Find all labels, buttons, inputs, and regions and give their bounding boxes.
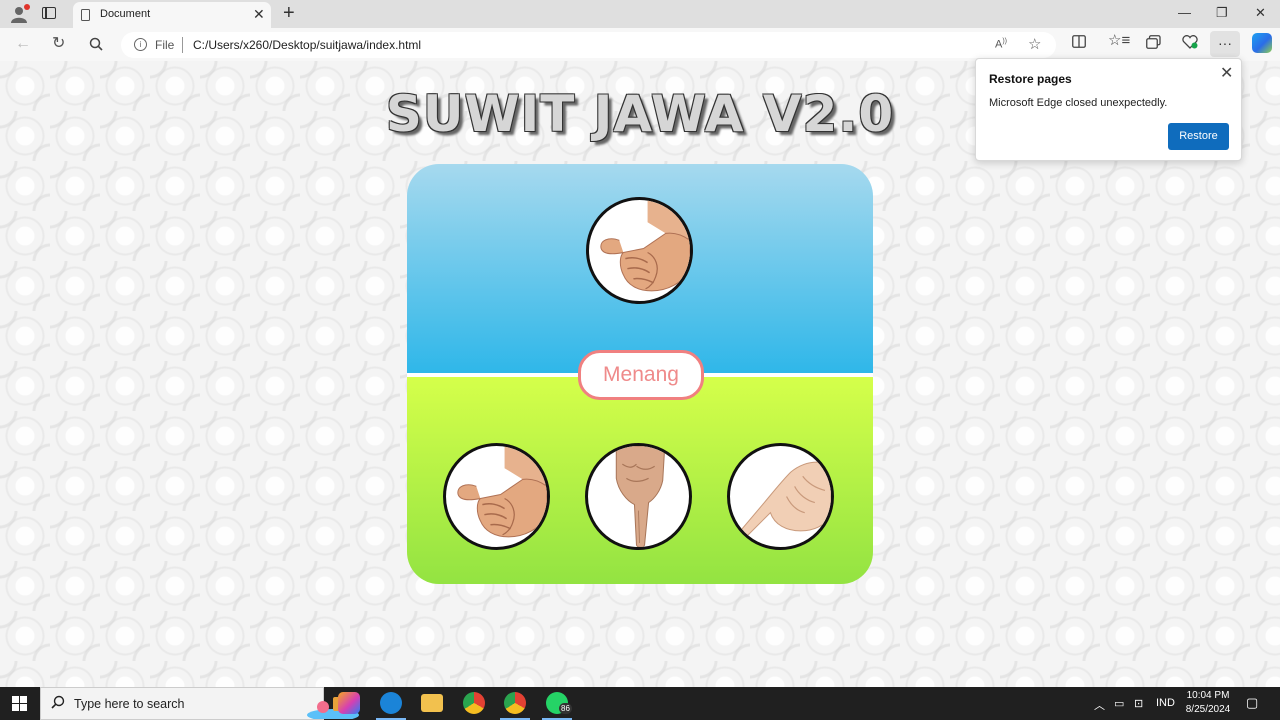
favorites-icon[interactable]: ☆≡ (1108, 33, 1130, 49)
collections-icon[interactable] (1146, 35, 1161, 52)
address-separator (182, 37, 183, 53)
tab-strip: Document ✕ + — ❐ ✕ (0, 0, 1280, 28)
language-indicator[interactable]: IND (1156, 697, 1175, 709)
browser-toolbar: ← ↻ i File C:/Users/x260/Desktop/suitjaw… (0, 28, 1280, 61)
scheme-label: File (155, 38, 175, 52)
search-icon (51, 695, 65, 713)
thumb-hand-icon (600, 200, 690, 292)
split-screen-icon[interactable] (1072, 35, 1086, 51)
popup-message: Microsoft Edge closed unexpectedly. (989, 97, 1168, 109)
taskbar-clock[interactable]: 10:04 PM 8/25/2024 (1180, 689, 1236, 717)
choice-gajah-button[interactable] (443, 443, 550, 550)
network-icon[interactable]: ⊡ (1134, 697, 1143, 710)
clock-time: 10:04 PM (1186, 690, 1230, 701)
search-icon[interactable] (89, 33, 103, 58)
clock-date: 8/25/2024 (1185, 704, 1231, 715)
minimize-button[interactable]: — (1178, 4, 1191, 22)
chrome-profile-app-icon[interactable] (500, 692, 530, 720)
copilot-app-icon[interactable] (338, 692, 360, 714)
choice-orang-button[interactable] (585, 443, 692, 550)
restore-button[interactable]: Restore (1168, 123, 1229, 150)
whatsapp-badge: 86 (559, 703, 572, 714)
copilot-icon[interactable] (1252, 33, 1272, 53)
restore-pages-popup: Restore pages ✕ Microsoft Edge closed un… (975, 58, 1242, 161)
battery-icon[interactable]: ▭ (1114, 697, 1124, 710)
tab-title: Document (100, 8, 151, 20)
page-icon (81, 9, 90, 21)
index-finger-hand-icon (615, 446, 666, 547)
close-window-button[interactable]: ✕ (1255, 4, 1266, 22)
browser-essentials-icon[interactable] (1182, 35, 1198, 52)
pinky-finger-hand-icon (740, 461, 831, 537)
back-icon[interactable]: ← (15, 33, 31, 55)
tab-close-icon[interactable]: ✕ (253, 6, 265, 22)
thumb-hand-icon (457, 446, 547, 538)
tab-document[interactable]: Document ✕ (73, 2, 271, 28)
maximize-button[interactable]: ❐ (1216, 4, 1228, 22)
windows-start-icon[interactable] (12, 696, 27, 711)
refresh-icon[interactable]: ↻ (52, 33, 65, 55)
choice-semut-button[interactable] (727, 443, 834, 550)
notification-icon[interactable]: ▢ (1246, 695, 1258, 711)
computer-choice-gajah (586, 197, 693, 304)
chrome-app-icon[interactable] (463, 692, 485, 714)
tab-actions-icon[interactable] (42, 7, 56, 19)
url-text[interactable]: C:/Users/x260/Desktop/suitjawa/index.htm… (193, 38, 421, 52)
more-icon[interactable]: ··· (1210, 31, 1240, 57)
whatsapp-app-icon[interactable]: 86 (542, 692, 572, 720)
file-explorer-icon[interactable] (421, 694, 443, 712)
popup-close-icon[interactable]: ✕ (1220, 63, 1233, 83)
taskbar-search-box[interactable]: Type here to search (40, 687, 359, 720)
result-badge: Menang (578, 350, 704, 400)
edge-app-icon[interactable] (376, 692, 406, 720)
popup-title: Restore pages (989, 72, 1072, 86)
info-icon[interactable]: i (134, 38, 147, 51)
read-aloud-icon[interactable]: A)) (995, 38, 1007, 51)
profile-icon[interactable] (10, 4, 30, 23)
search-placeholder: Type here to search (74, 697, 185, 711)
taskbar: Type here to search 86 ︿ ▭ ⊡ IND 10:04 P… (0, 687, 1280, 720)
tray-chevron-icon[interactable]: ︿ (1094, 697, 1105, 713)
address-bar[interactable]: i File C:/Users/x260/Desktop/suitjawa/in… (121, 32, 1056, 58)
new-tab-button[interactable]: + (283, 2, 295, 24)
favorite-star-icon[interactable]: ☆ (1028, 35, 1041, 53)
